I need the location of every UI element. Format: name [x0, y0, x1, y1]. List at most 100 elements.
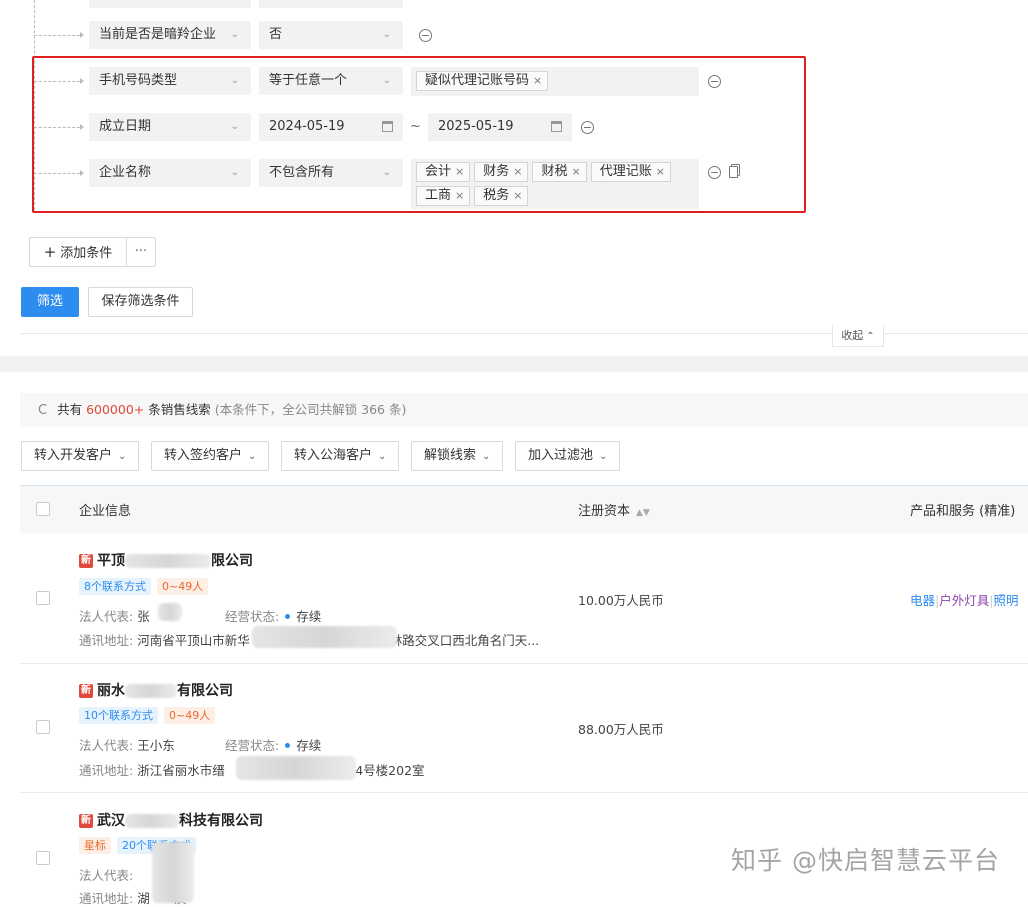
chevron-down-icon: ⌄ — [230, 167, 239, 178]
filter-button[interactable]: 筛选 — [21, 287, 79, 317]
filter-field-label: 当前是否是暗羚企业 — [99, 27, 217, 42]
company-name[interactable]: 新平顶 限公司 — [79, 550, 253, 570]
action-unlock[interactable]: 解锁线索 ⌄ — [411, 441, 504, 471]
company-name[interactable]: 新武汉 科技有限公司 — [79, 810, 263, 830]
filter-field-select[interactable]: 当前是否是暗羚企业 ⌄ — [89, 21, 251, 49]
date-to-input[interactable]: 2025-05-19 — [428, 113, 572, 141]
close-icon[interactable]: × — [656, 165, 665, 178]
company-name[interactable]: 新丽水 有限公司 — [79, 680, 233, 700]
address-pre: 湖 — [137, 891, 150, 906]
filter-row-partial-field[interactable] — [89, 0, 251, 8]
tree-branch — [34, 32, 84, 38]
collapse-button[interactable]: 收起 ⌃ — [832, 325, 884, 347]
remove-condition-icon[interactable] — [708, 166, 721, 179]
calendar-icon — [382, 121, 393, 132]
filter-field-label: 成立日期 — [99, 119, 152, 134]
close-icon[interactable]: × — [455, 165, 464, 178]
remove-condition-icon[interactable] — [419, 29, 432, 42]
product-link[interactable]: 户外灯具 — [939, 593, 989, 608]
filter-field-select[interactable]: 成立日期 ⌄ — [89, 113, 251, 141]
tag-label: 财税 — [541, 164, 568, 179]
close-icon[interactable]: × — [513, 189, 522, 202]
status-label: 经营状态: — [225, 738, 280, 753]
chevron-down-icon: ⌄ — [599, 451, 608, 462]
product-link[interactable]: 照明 — [993, 593, 1018, 608]
chevron-down-icon: ⌄ — [248, 451, 257, 462]
contacts-pill[interactable]: 10个联系方式 — [79, 707, 158, 724]
legal-label: 法人代表: — [79, 868, 134, 883]
tag-input[interactable]: 会计 × 财务 × 财税 × 代理记账 × 工商 × 税务 × — [411, 159, 699, 209]
action-label: 解锁线索 — [424, 448, 477, 463]
close-icon[interactable]: × — [533, 74, 542, 87]
tag-label: 代理记账 — [599, 164, 652, 179]
chevron-down-icon: ⌄ — [382, 167, 391, 178]
close-icon[interactable]: × — [455, 189, 464, 202]
chevron-up-icon: ⌃ — [866, 331, 875, 342]
action-add-filter-pool[interactable]: 加入过滤池 ⌄ — [515, 441, 621, 471]
filter-op-select[interactable]: 否 ⌄ — [259, 21, 403, 49]
filter-field-label: 企业名称 — [99, 165, 152, 180]
company-name-post: 科技有限公司 — [179, 813, 263, 829]
filter-field-select[interactable]: 手机号码类型 ⌄ — [89, 67, 251, 95]
new-badge: 新 — [79, 684, 93, 698]
chevron-down-icon: ⌄ — [230, 29, 239, 40]
row-checkbox[interactable] — [36, 720, 50, 734]
calendar-icon — [551, 121, 562, 132]
header-company: 企业信息 — [79, 504, 132, 519]
redacted-blur — [125, 554, 211, 568]
filter-field-label: 手机号码类型 — [99, 73, 178, 88]
filter-op-label: 不包含所有 — [269, 165, 335, 180]
chevron-down-icon: ⌄ — [482, 451, 491, 462]
action-label: 加入过滤池 — [528, 448, 594, 463]
date-from-input[interactable]: 2024-05-19 — [259, 113, 403, 141]
save-filter-button[interactable]: 保存筛选条件 — [88, 287, 193, 317]
row-checkbox[interactable] — [36, 591, 50, 605]
row-pills: 8个联系方式 0~49人 — [79, 578, 214, 595]
add-condition-button[interactable]: + 添加条件 — [29, 237, 127, 267]
tree-branch — [34, 78, 84, 84]
tag-label: 税务 — [483, 188, 510, 203]
star-pill: 星标 — [79, 837, 111, 854]
product-link[interactable]: 电器 — [910, 593, 935, 608]
contacts-pill[interactable]: 8个联系方式 — [79, 578, 151, 595]
filter-tag: 财务 × — [474, 162, 529, 182]
filter-field-select[interactable]: 企业名称 ⌄ — [89, 159, 251, 187]
legal-label: 法人代表: — [79, 609, 134, 624]
summary-prefix: 共有 — [57, 402, 83, 417]
remove-condition-icon[interactable] — [708, 75, 721, 88]
action-transfer-dev[interactable]: 转入开发客户 ⌄ — [21, 441, 140, 471]
address-label: 通讯地址: — [79, 763, 134, 778]
copy-icon[interactable] — [729, 166, 738, 178]
tag-input[interactable]: 疑似代理记账号码 × — [411, 67, 699, 96]
filter-op-label: 否 — [269, 27, 283, 42]
status-label: 经营状态: — [225, 609, 280, 624]
filter-op-select[interactable]: 等于任意一个 ⌄ — [259, 67, 403, 95]
capital-value: 88.00万人民币 — [578, 722, 664, 737]
chevron-down-icon: ⌄ — [118, 451, 127, 462]
status-dot — [285, 743, 291, 748]
business-status: 经营状态: 存续 — [225, 735, 321, 754]
sort-icon[interactable]: ▲▼ — [636, 508, 650, 518]
action-transfer-signed[interactable]: 转入签约客户 ⌄ — [151, 441, 270, 471]
action-label: 转入公海客户 — [294, 448, 373, 463]
legal-rep: 法人代表: 张 — [79, 606, 150, 625]
company-name-post: 限公司 — [211, 553, 253, 569]
row-checkbox[interactable] — [36, 851, 50, 865]
close-icon[interactable]: × — [571, 165, 580, 178]
refresh-icon[interactable]: C — [38, 403, 47, 418]
redacted-blur — [158, 603, 182, 621]
filter-row-partial-op[interactable] — [259, 0, 403, 8]
action-transfer-public[interactable]: 转入公海客户 ⌄ — [281, 441, 400, 471]
status-value: 存续 — [296, 609, 322, 624]
redacted-blur — [236, 756, 356, 780]
more-options-button[interactable]: ··· — [126, 237, 156, 267]
close-icon[interactable]: × — [513, 165, 522, 178]
header-capital[interactable]: 注册资本 ▲▼ — [578, 500, 650, 519]
remove-condition-icon[interactable] — [581, 121, 594, 134]
filter-tag: 财税 × — [532, 162, 587, 182]
redacted-blur — [125, 814, 179, 828]
filter-op-select[interactable]: 不包含所有 ⌄ — [259, 159, 403, 187]
select-all-checkbox[interactable] — [36, 502, 50, 516]
filter-button-label: 筛选 — [36, 294, 63, 309]
new-badge: 新 — [79, 814, 93, 828]
